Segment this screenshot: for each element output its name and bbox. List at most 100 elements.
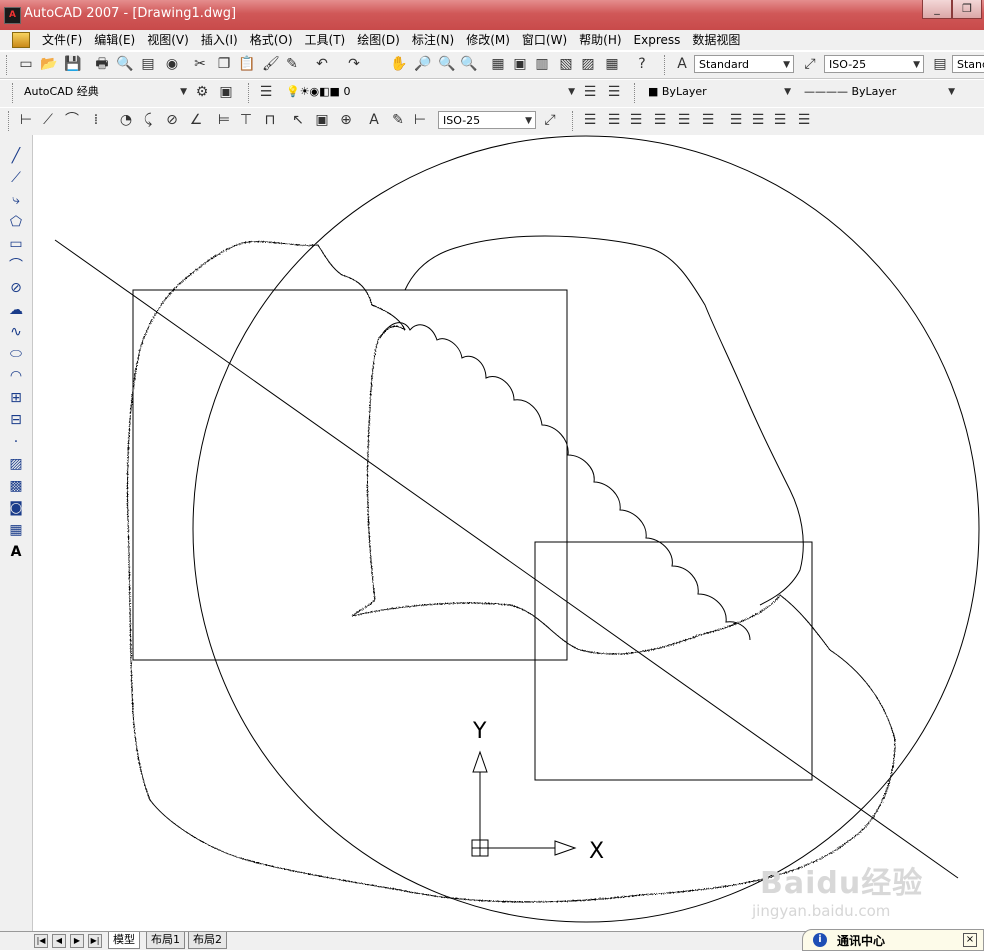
menu-help[interactable]: 帮助(H) bbox=[573, 30, 627, 50]
print-icon[interactable]: 🖶 bbox=[94, 56, 110, 72]
toolbar-grip[interactable] bbox=[6, 55, 10, 75]
next-tab-button[interactable]: ▶ bbox=[70, 934, 84, 948]
layer-tool-1-icon[interactable]: ☰ bbox=[582, 112, 598, 128]
polygon-icon[interactable]: ⬠ bbox=[6, 213, 26, 231]
toolbar-grip[interactable] bbox=[634, 83, 638, 103]
last-tab-button[interactable]: ▶| bbox=[88, 934, 102, 948]
first-tab-button[interactable]: |◀ bbox=[34, 934, 48, 948]
center-mark-icon[interactable]: ⊕ bbox=[338, 112, 354, 128]
cut-icon[interactable]: ✂ bbox=[192, 56, 208, 72]
layer-tool-5-icon[interactable]: ☰ bbox=[676, 112, 692, 128]
dim-style-select[interactable]: ISO-25 ▼ bbox=[824, 55, 924, 73]
minimize-button[interactable]: _ bbox=[922, 0, 952, 19]
save-icon[interactable]: 💾 bbox=[64, 56, 81, 72]
layer-tool-4-icon[interactable]: ☰ bbox=[652, 112, 668, 128]
table-style-icon[interactable]: ▤ bbox=[932, 56, 948, 72]
menu-modify[interactable]: 修改(M) bbox=[460, 30, 516, 50]
text-style-icon[interactable]: A bbox=[674, 56, 690, 72]
region-icon[interactable]: ◙ bbox=[6, 499, 26, 517]
prev-tab-button[interactable]: ◀ bbox=[52, 934, 66, 948]
menu-view[interactable]: 视图(V) bbox=[141, 30, 195, 50]
gradient-icon[interactable]: ▩ bbox=[6, 477, 26, 495]
layer-tool-7-icon[interactable]: ☰ bbox=[728, 112, 744, 128]
design-center-icon[interactable]: ▣ bbox=[512, 56, 528, 72]
menu-dimension[interactable]: 标注(N) bbox=[406, 30, 460, 50]
close-icon[interactable]: × bbox=[963, 933, 977, 947]
make-block-icon[interactable]: ⊟ bbox=[6, 411, 26, 429]
spline-icon[interactable]: ∿ bbox=[6, 323, 26, 341]
rectangle-icon[interactable]: ▭ bbox=[6, 235, 26, 253]
copy-icon[interactable]: ❐ bbox=[216, 56, 232, 72]
multiline-text-icon[interactable]: A bbox=[6, 543, 26, 561]
3d-dwf-icon[interactable]: ◉ bbox=[164, 56, 180, 72]
rectangle-shape-2[interactable] bbox=[534, 541, 813, 781]
menu-insert[interactable]: 插入(I) bbox=[195, 30, 244, 50]
aligned-dimension-icon[interactable]: ⟋ bbox=[40, 112, 56, 128]
dimension-style-icon[interactable]: ⤢ bbox=[542, 112, 558, 128]
plot-preview-icon[interactable]: 🔍 bbox=[116, 56, 133, 72]
layer-previous-icon[interactable]: ☰ bbox=[606, 84, 622, 100]
my-workspace-icon[interactable]: ▣ bbox=[218, 84, 234, 100]
tolerance-icon[interactable]: ▣ bbox=[314, 112, 330, 128]
toolbar-grip[interactable] bbox=[664, 55, 668, 75]
toolbar-grip[interactable] bbox=[248, 83, 252, 103]
menu-file[interactable]: 文件(F) bbox=[36, 30, 88, 50]
zoom-realtime-icon[interactable]: 🔎 bbox=[414, 56, 431, 72]
linetype-select[interactable]: ———— ByLayer ▼ bbox=[800, 83, 958, 101]
dimension-edit-icon[interactable]: A bbox=[366, 112, 382, 128]
tool-palettes-icon[interactable]: ▥ bbox=[534, 56, 550, 72]
revision-cloud-icon[interactable]: ☁ bbox=[6, 301, 26, 319]
block-editor-icon[interactable]: ✎ bbox=[284, 56, 300, 72]
pan-icon[interactable]: ✋ bbox=[390, 56, 407, 72]
line-icon[interactable]: ╱ bbox=[6, 147, 26, 165]
polyline-icon[interactable]: ⤷ bbox=[6, 191, 26, 209]
restore-button[interactable]: ❐ bbox=[952, 0, 982, 19]
menu-edit[interactable]: 编辑(E) bbox=[88, 30, 141, 50]
workspace-settings-icon[interactable]: ⚙ bbox=[194, 84, 210, 100]
layer-select[interactable]: 💡☀◉◧■ 0 ▼ bbox=[282, 83, 578, 101]
arc-icon[interactable]: ⌒ bbox=[6, 257, 26, 275]
diagonal-line[interactable] bbox=[54, 239, 959, 879]
dimension-update-icon[interactable]: ⊢ bbox=[412, 112, 428, 128]
layer-tool-3-icon[interactable]: ☰ bbox=[628, 112, 644, 128]
color-select[interactable]: ■ ByLayer ▼ bbox=[644, 83, 794, 101]
baseline-dimension-icon[interactable]: ⊤ bbox=[238, 112, 254, 128]
radius-dimension-icon[interactable]: ◔ bbox=[118, 112, 134, 128]
menu-data-view[interactable]: 数据视图 bbox=[686, 30, 746, 50]
ellipse-icon[interactable]: ⬭ bbox=[6, 345, 26, 363]
hatch-icon[interactable]: ▨ bbox=[6, 455, 26, 473]
layer-tool-6-icon[interactable]: ☰ bbox=[700, 112, 716, 128]
workspace-select[interactable]: AutoCAD 经典 ▼ bbox=[20, 83, 190, 101]
calculator-icon[interactable]: ▦ bbox=[604, 56, 620, 72]
freehand-cloud-outline[interactable] bbox=[127, 241, 896, 903]
make-object-layer-current-icon[interactable]: ☰ bbox=[582, 84, 598, 100]
ellipse-arc-icon[interactable]: ◠ bbox=[6, 367, 26, 385]
continue-dimension-icon[interactable]: ⊓ bbox=[262, 112, 278, 128]
drawing-canvas[interactable]: Y X Baidu经验 jingyan.baidu.com bbox=[33, 135, 984, 931]
tab-layout1[interactable]: 布局1 bbox=[146, 932, 185, 949]
toolbar-grip[interactable] bbox=[572, 111, 576, 131]
new-icon[interactable]: ▭ bbox=[18, 56, 34, 72]
insert-block-icon[interactable]: ⊞ bbox=[6, 389, 26, 407]
communication-center-balloon[interactable]: i 通讯中心 × bbox=[802, 929, 984, 951]
toolbar-grip[interactable] bbox=[8, 111, 12, 131]
diameter-dimension-icon[interactable]: ⊘ bbox=[164, 112, 180, 128]
redo-icon[interactable]: ↷ bbox=[346, 56, 362, 72]
table-style-select[interactable]: Stand bbox=[952, 55, 984, 73]
text-style-select[interactable]: Standard ▼ bbox=[694, 55, 794, 73]
scalloped-region[interactable] bbox=[379, 322, 751, 641]
menu-format[interactable]: 格式(O) bbox=[244, 30, 299, 50]
layer-tool-2-icon[interactable]: ☰ bbox=[606, 112, 622, 128]
layer-tool-10-icon[interactable]: ☰ bbox=[796, 112, 812, 128]
zoom-window-icon[interactable]: 🔍 bbox=[438, 56, 455, 72]
menu-express[interactable]: Express bbox=[628, 30, 687, 50]
linear-dimension-icon[interactable]: ⊢ bbox=[18, 112, 34, 128]
match-properties-icon[interactable]: 🖌 bbox=[262, 56, 280, 72]
sheet-set-icon[interactable]: ▧ bbox=[558, 56, 574, 72]
angular-dimension-icon[interactable]: ∠ bbox=[188, 112, 204, 128]
construction-line-icon[interactable]: ⟋ bbox=[6, 169, 26, 187]
arc-length-icon[interactable]: ⌒ bbox=[64, 112, 80, 128]
jogged-dimension-icon[interactable]: ⤹ bbox=[140, 112, 156, 128]
tab-layout2[interactable]: 布局2 bbox=[188, 932, 227, 949]
menu-window[interactable]: 窗口(W) bbox=[516, 30, 573, 50]
